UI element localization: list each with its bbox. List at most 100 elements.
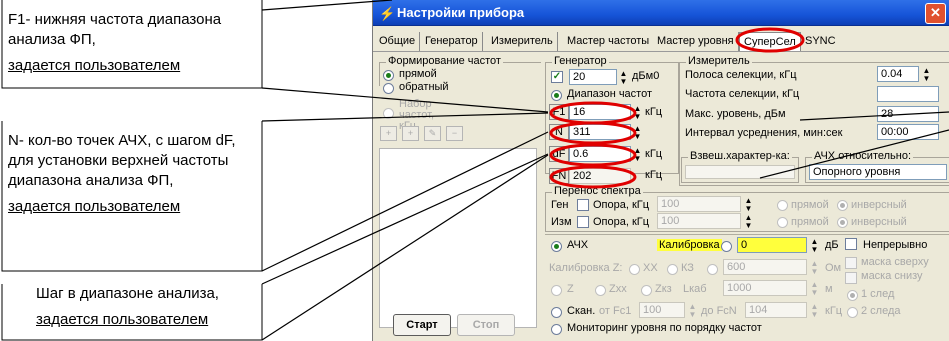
calibz-spin[interactable]: ▲ ▼ [809,260,820,276]
zxx-label: Zхх [609,283,627,295]
calib-spin[interactable]: ▲ ▼ [809,238,820,254]
callout-f1-link: задается пользователем [8,57,181,74]
transfer-meas-checkbox[interactable] [577,216,589,228]
generator-level-input[interactable]: 20 [569,69,617,85]
callout-n-link: задается пользователем [8,198,181,215]
formation-reverse-radio[interactable] [383,83,394,94]
tab-meter[interactable]: Измеритель [487,32,558,51]
transfer-meas-input[interactable]: 100 [657,213,741,229]
n-spin[interactable]: ▲ ▼ [632,125,643,141]
transfer-gen-inverse-label: инверсный [851,199,907,211]
bw-spin[interactable]: ▲ ▼ [921,67,932,83]
calibz-xx-radio[interactable] [629,264,640,275]
generator-level-spin[interactable]: ▲ ▼ [618,70,629,86]
avg-interval-input[interactable]: 00:00 [877,124,939,140]
afc-radio[interactable] [551,241,562,252]
continuous-checkbox[interactable] [845,238,857,250]
n-input[interactable]: 311 [569,124,631,140]
remove-freq-button[interactable]: − [446,126,463,141]
z-label: Z [567,283,574,295]
df-spin[interactable]: ▲ ▼ [632,147,643,163]
transfer-meas-spin[interactable]: ▲ ▼ [743,214,754,230]
transfer-gen-direct-radio[interactable] [777,200,788,211]
separator-1 [545,234,949,235]
max-level-value[interactable]: 28 [877,106,939,122]
title-bar[interactable]: ⚡ Настройки прибора ✕ [373,0,949,26]
edit-set-button[interactable]: ✎ [424,126,441,141]
df-input[interactable]: 0.6 [569,146,631,162]
scan-to-spin[interactable]: ▲ ▼ [809,303,820,319]
transfer-meas-direct-radio[interactable] [777,217,788,228]
generator-enable-checkbox[interactable]: ✓ [551,71,563,83]
scan-from-spin[interactable]: ▲ ▼ [687,303,698,319]
tab-divider [373,51,949,52]
formation-direct-radio[interactable] [383,70,394,81]
app-icon: ⚡ [379,6,396,21]
transfer-meas-inverse-radio[interactable] [837,217,848,228]
z-radio[interactable] [551,285,562,296]
tab-supersel[interactable]: СуперСел [739,32,801,51]
f1-spin[interactable]: ▲ ▼ [632,105,643,121]
sel-freq-label: Частота селекции, кГц [685,88,800,100]
bw-input[interactable]: 0.04 [877,66,919,82]
transfer-gen-inverse-radio[interactable] [837,200,848,211]
calib-input[interactable]: 0 [737,237,807,253]
tab-sync[interactable]: SYNC [801,32,840,51]
monitor-label: Мониторинг уровня по порядку частот [567,322,762,334]
afc-rel-select[interactable]: Опорного уровня [809,164,947,180]
formation-title: Формирование частот [386,55,503,67]
lcab-spin[interactable]: ▲ ▼ [809,281,820,297]
tab-general[interactable]: Общие [375,32,421,51]
freq-range-radio[interactable] [551,90,562,101]
transfer-gen-checkbox[interactable] [577,199,589,211]
transfer-gen-spin[interactable]: ▲ ▼ [743,197,754,213]
trace1-radio[interactable] [847,290,858,301]
sel-freq-input[interactable] [877,86,939,102]
calibz-unit: Ом [825,262,842,274]
tab-freq-master[interactable]: Мастер частоты [563,32,655,51]
scan-unit: кГц [825,305,843,317]
n-tag: N [549,124,569,140]
calibz-value-radio[interactable] [707,264,718,275]
afc-label: АЧХ [567,239,589,251]
scan-from-label: от Fc1 [599,305,632,317]
tab-level-master[interactable]: Мастер уровня [653,32,739,51]
scan-to-input[interactable]: 104 [745,302,807,318]
mask-top-checkbox[interactable] [845,257,857,269]
f1-input[interactable]: 16 [569,104,631,120]
transfer-gen-direct-label: прямой [791,199,829,211]
freq-set-list[interactable] [379,148,537,328]
callout-df-line1: Шаг в диапазоне анализа, [36,285,219,302]
lcab-input[interactable]: 1000 [723,280,807,296]
monitor-radio[interactable] [551,324,562,335]
fn-value: 202 [569,168,631,184]
transfer-gen-input[interactable]: 100 [657,196,741,212]
bw-label: Полоса селекции, кГц [685,69,797,81]
scan-to-label: до FcN [701,305,737,317]
start-button[interactable]: Старт [393,314,451,336]
lcab-unit: м [825,283,833,295]
weight-select[interactable] [685,165,795,179]
calibz-input[interactable]: 600 [723,259,807,275]
calib-radio[interactable] [721,241,732,252]
scan-from-input[interactable]: 100 [639,302,685,318]
freq-set-radio[interactable] [383,108,394,119]
add-range-button[interactable]: + [402,126,419,141]
afc-rel-title: АЧХ относительно: [812,150,914,162]
trace2-radio[interactable] [847,307,858,318]
calibz-kz-radio[interactable] [667,264,678,275]
zkz-radio[interactable] [641,285,652,296]
stop-button[interactable]: Стоп [457,314,515,336]
trace2-label: 2 следа [861,305,901,317]
close-button[interactable]: ✕ [925,3,946,24]
scan-radio[interactable] [551,307,562,318]
add-freq-button[interactable]: + [380,126,397,141]
callout-f1-line1: F1- нижняя частота диапазона [8,11,222,28]
trace1-label: 1 след [861,288,895,300]
tab-generator[interactable]: Генератор [421,32,483,51]
transfer-meas-inverse-label: инверсный [851,216,907,228]
mask-bottom-checkbox[interactable] [845,272,857,284]
callout-n: N- кол-во точек АЧХ, с шагом dF, для уст… [8,131,236,217]
df-tag: dF [549,146,569,162]
zxx-radio[interactable] [595,285,606,296]
